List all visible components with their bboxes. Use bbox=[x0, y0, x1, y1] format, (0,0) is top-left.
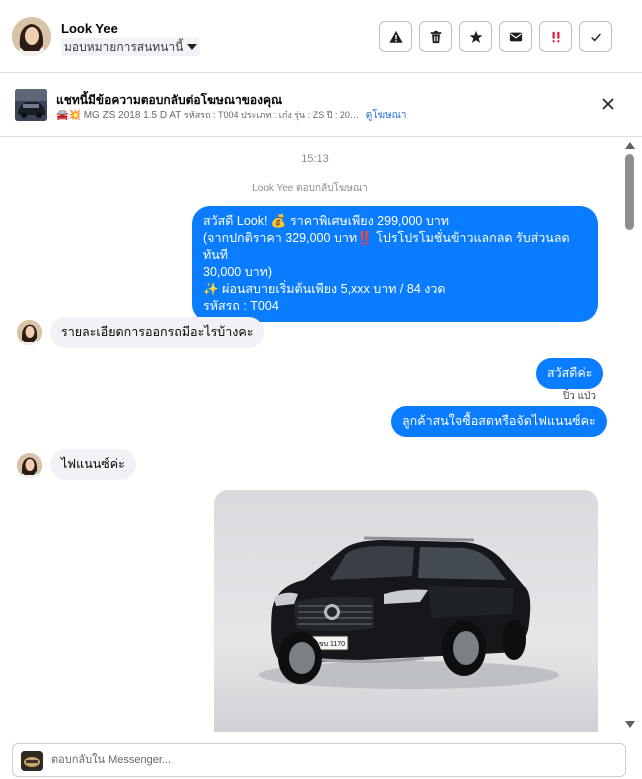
message-line: สวัสดี Look! 💰 ราคาพิเศษเพียง 299,000 บา… bbox=[203, 214, 450, 228]
outgoing-message[interactable]: ลูกค้าสนใจซื้อสดหรือจัดไฟแนนซ์คะ bbox=[391, 406, 607, 437]
star-button[interactable] bbox=[459, 21, 492, 52]
contact-avatar-small[interactable] bbox=[17, 320, 42, 345]
message-line: (จากปกติราคา 329,000 บาท‼️ โปรโปรโมชั่นข… bbox=[203, 231, 570, 262]
header-actions bbox=[379, 21, 612, 52]
outgoing-message-promo[interactable]: สวัสดี Look! 💰 ราคาพิเศษเพียง 299,000 บา… bbox=[192, 206, 598, 322]
outgoing-message[interactable]: สวัสดีค่ะ bbox=[536, 358, 604, 389]
view-ad-link[interactable]: ดูโฆษณา bbox=[366, 110, 407, 121]
ad-thumbnail[interactable] bbox=[15, 89, 47, 121]
mark-spam-button[interactable] bbox=[379, 21, 412, 52]
assign-label: มอบหมายการสนทนานี้ bbox=[64, 39, 184, 54]
scroll-up-arrow-icon[interactable] bbox=[625, 142, 635, 149]
page-avatar bbox=[21, 751, 43, 771]
sender-name: ปิ๋ว แป่ว bbox=[562, 391, 596, 402]
message-composer bbox=[12, 743, 626, 777]
message-line: รหัสรถ : T004 bbox=[203, 299, 279, 313]
message-thread[interactable]: 15:13 Look Yee ตอบกลับโฆษณา สวัสดี Look!… bbox=[0, 138, 622, 732]
car-emoji-icon: 🚘💥 bbox=[56, 110, 81, 121]
trash-icon bbox=[430, 30, 441, 43]
assign-conversation-dropdown[interactable]: มอบหมายการสนทนานี้ bbox=[61, 38, 201, 56]
message-timestamp: 15:13 bbox=[301, 153, 329, 165]
incoming-message[interactable]: รายละเอียดการออกรถมีอะไรบ้างคะ bbox=[50, 317, 265, 348]
scrollbar-thumb[interactable] bbox=[625, 154, 634, 230]
ad-car-model: MG ZS 2018 1.5 D AT bbox=[83, 110, 182, 121]
star-icon bbox=[469, 30, 482, 43]
contact-avatar-small[interactable] bbox=[17, 453, 42, 478]
delete-button[interactable] bbox=[419, 21, 452, 52]
close-icon[interactable] bbox=[600, 96, 616, 112]
ad-reply-note: Look Yee ตอบกลับโฆษณา bbox=[252, 183, 368, 194]
conversation-header: Look Yee มอบหมายการสนทนานี้ bbox=[0, 0, 642, 73]
priority-button[interactable] bbox=[539, 21, 572, 52]
ad-car-details: รหัสรถ : T004 ประเภท : เก๋ง รุ่น : ZS ปี… bbox=[183, 110, 359, 120]
priority-icon bbox=[552, 31, 559, 42]
mark-unread-button[interactable] bbox=[499, 21, 532, 52]
check-icon bbox=[590, 32, 601, 42]
contact-avatar[interactable] bbox=[12, 17, 51, 56]
mark-done-button[interactable] bbox=[579, 21, 612, 52]
contact-name: Look Yee bbox=[61, 21, 118, 36]
caret-down-icon bbox=[187, 44, 198, 50]
incoming-message[interactable]: ไฟแนนซ์ค่ะ bbox=[50, 449, 136, 480]
thread-scrollbar[interactable] bbox=[622, 138, 638, 732]
ad-reply-banner: แชทนี้มีข้อความตอบกลับต่อโฆษณาของคุณ 🚘💥 … bbox=[0, 73, 642, 137]
message-line: 30,000 บาท) bbox=[203, 265, 273, 279]
ad-banner-subtitle: 🚘💥 MG ZS 2018 1.5 D AT รหัสรถ : T004 ประ… bbox=[56, 108, 407, 123]
envelope-icon bbox=[509, 32, 522, 41]
warning-icon bbox=[388, 30, 403, 43]
message-line: ✨ ผ่อนสบายเริ่มต้นเพียง 5,xxx บาท / 84 ง… bbox=[203, 282, 446, 296]
car-photo-attachment[interactable]: 1ขบ 1170 bbox=[214, 490, 598, 732]
scroll-down-arrow-icon[interactable] bbox=[625, 721, 635, 728]
reply-input[interactable] bbox=[51, 749, 611, 771]
